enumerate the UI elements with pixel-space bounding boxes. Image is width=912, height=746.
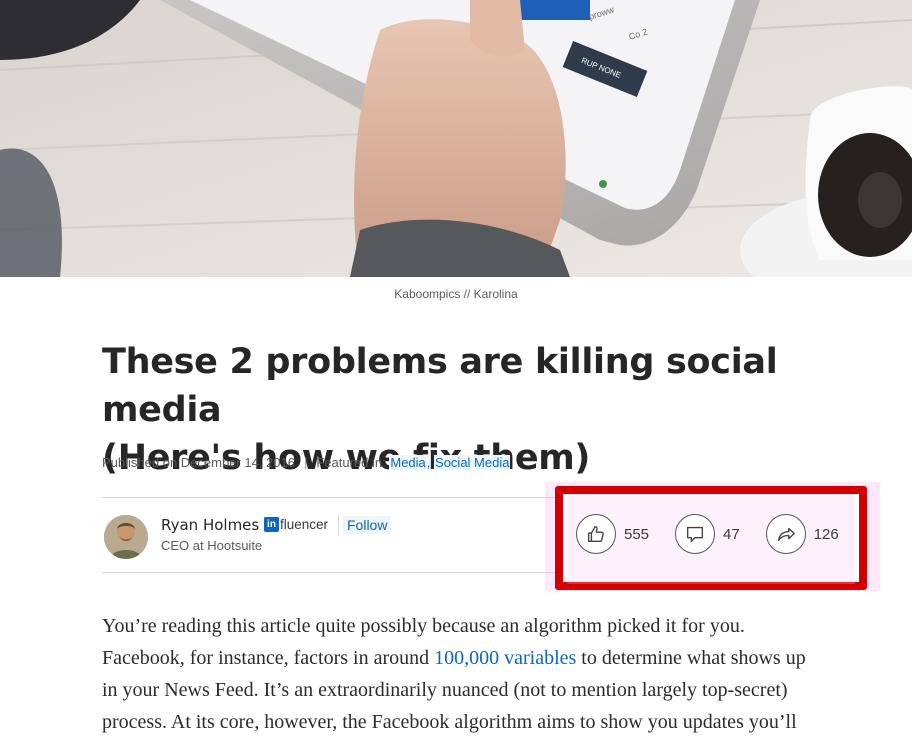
article-body: You’re reading this article quite possib… <box>102 610 862 738</box>
like-button[interactable] <box>576 514 616 554</box>
social-actions: 555 47 126 <box>576 514 839 554</box>
avatar-image <box>104 515 148 559</box>
share-arrow-icon <box>777 527 795 542</box>
follow-divider <box>338 515 339 535</box>
comment-action[interactable]: 47 <box>675 514 740 554</box>
topic-link-media[interactable]: Media <box>389 455 427 470</box>
thumbs-up-icon <box>587 525 604 543</box>
hero-image: proww Co 2 RUP NONE <box>0 0 912 277</box>
influencer-badge-text: fluencer <box>280 517 329 532</box>
like-action[interactable]: 555 <box>576 514 649 554</box>
hero-photo-illustration: proww Co 2 RUP NONE <box>0 0 912 277</box>
body-line-3: in your News Feed. It’s an extraordinari… <box>102 679 788 701</box>
meta-separator: | <box>303 455 308 470</box>
article-title-line-1: These 2 problems are killing social medi… <box>102 342 778 430</box>
author-name[interactable]: Ryan Holmes <box>161 516 259 534</box>
like-count: 555 <box>624 525 650 543</box>
body-line-1: You’re reading this article quite possib… <box>102 615 745 637</box>
topic-link-social-media[interactable]: Social Media <box>434 455 511 470</box>
author-headline: CEO at Hootsuite <box>161 538 263 553</box>
featured-label: Featured in: <box>316 455 386 470</box>
author-avatar[interactable] <box>104 515 148 559</box>
share-action[interactable]: 126 <box>765 514 839 554</box>
comment-button[interactable] <box>675 514 716 554</box>
body-line-2-end: to determine what shows up <box>576 647 806 669</box>
share-button[interactable] <box>765 514 806 554</box>
published-date: Published on December 14, 2016 <box>102 455 295 470</box>
follow-button[interactable]: Follow <box>343 516 392 534</box>
article-meta: Published on December 14, 2016 | Featured … <box>102 455 511 470</box>
body-line-2-start: Facebook, for instance, factors in aroun… <box>102 647 435 669</box>
comment-count: 47 <box>723 525 740 543</box>
influencer-badge: in fluencer <box>264 517 328 532</box>
variables-link[interactable]: 100,000 variables <box>434 647 576 669</box>
body-line-4: process. At its core, however, the Faceb… <box>102 711 797 733</box>
comment-icon <box>687 526 704 543</box>
share-count: 126 <box>813 525 839 543</box>
photo-caption: Kaboompics // Karolina <box>394 287 518 301</box>
body-line-2: Facebook, for instance, factors in aroun… <box>102 642 862 674</box>
linkedin-logo-icon: in <box>264 517 279 532</box>
article-paragraph: You’re reading this article quite possib… <box>102 610 862 738</box>
topic-separator: , <box>426 455 431 470</box>
